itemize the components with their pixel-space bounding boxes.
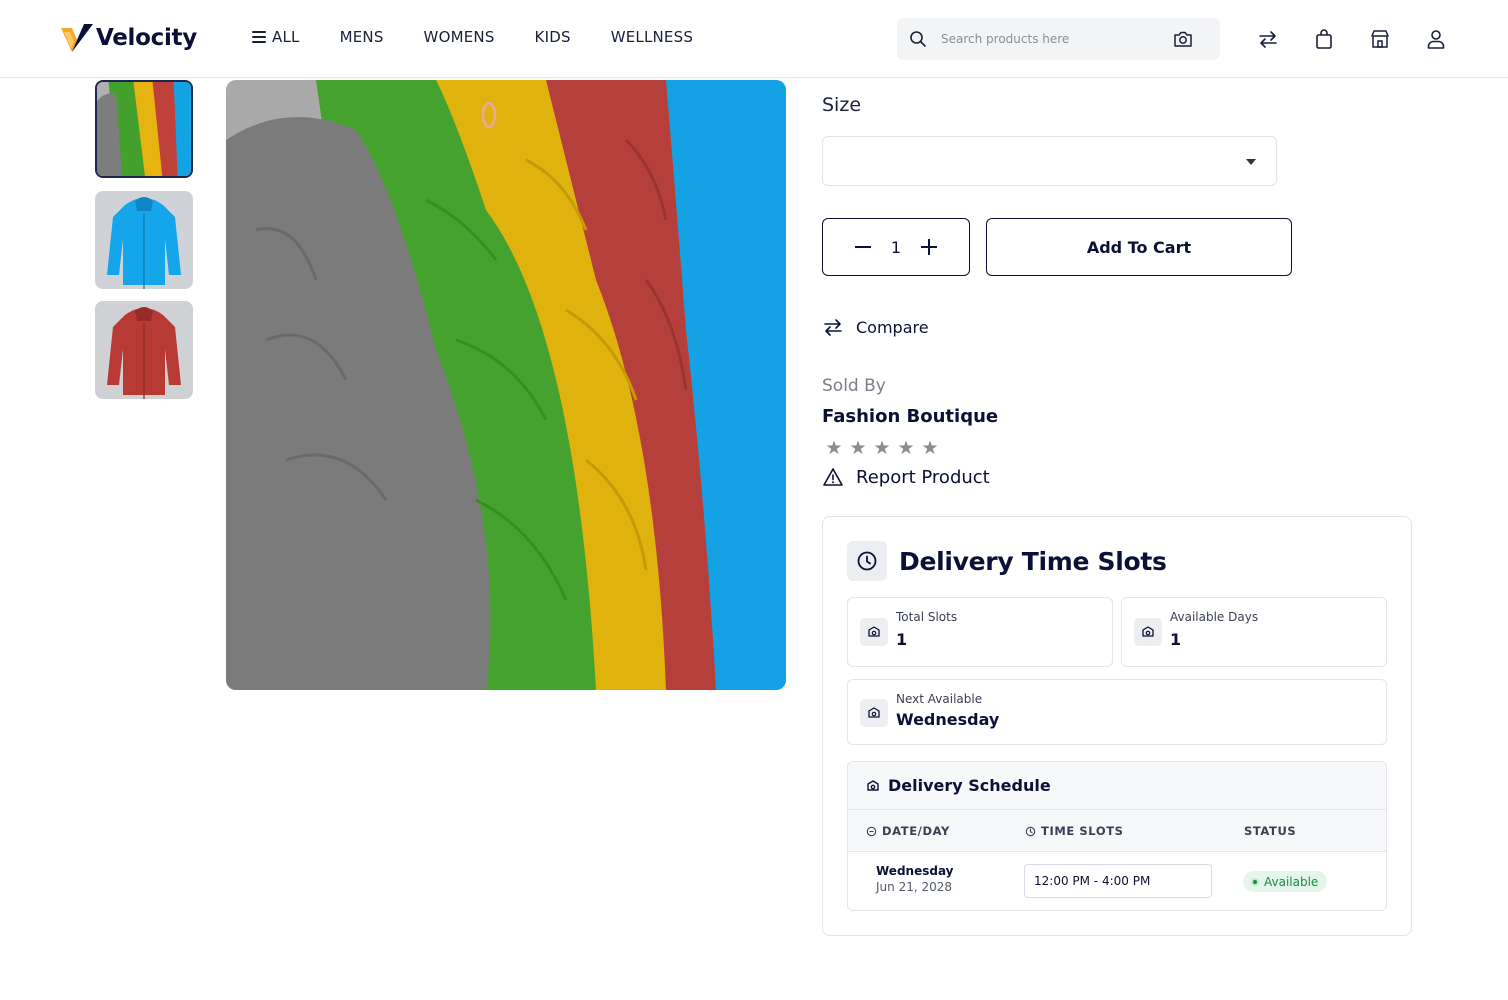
user-icon[interactable] [1425, 28, 1447, 50]
status-badge: Available [1243, 871, 1328, 892]
warning-icon [823, 468, 843, 486]
calendar-icon [866, 826, 877, 836]
size-label: Size [822, 94, 862, 116]
clock-icon [857, 551, 877, 571]
quantity-stepper: 1 [822, 218, 970, 276]
delivery-time-slots-card: Delivery Time Slots Total Slots 1 Availa… [822, 516, 1412, 936]
store-icon[interactable] [1369, 28, 1391, 50]
column-header-date: DATE/DAY [866, 824, 950, 838]
thumbnail-multicolor-jackets[interactable] [95, 80, 193, 178]
report-product-label: Report Product [856, 466, 990, 488]
add-to-cart-button[interactable]: Add To Cart [986, 218, 1292, 276]
stat-icon-box [860, 618, 888, 646]
star-icon: ★ [921, 437, 939, 459]
delivery-card-title: Delivery Time Slots [899, 546, 1167, 576]
delivery-schedule-header: Delivery Schedule [848, 762, 1386, 810]
package-icon [868, 707, 880, 718]
package-icon [1142, 626, 1154, 637]
clock-icon-box [847, 541, 887, 581]
table-row: Wednesday Jun 21, 2028 12:00 PM - 4:00 P… [848, 852, 1386, 910]
column-header-label: STATUS [1244, 824, 1297, 838]
nav-item-label: WELLNESS [610, 28, 694, 46]
nav-item-mens[interactable]: MENS [340, 28, 384, 46]
compare-button[interactable]: Compare [822, 316, 929, 338]
search-input[interactable] [941, 18, 1161, 60]
compare-icon [824, 319, 842, 336]
column-header-label: TIME SLOTS [1041, 824, 1124, 838]
clock-icon [1025, 826, 1036, 836]
star-icon: ★ [873, 437, 891, 459]
nav-item-label: MENS [339, 28, 384, 46]
increase-quantity-button[interactable] [921, 239, 937, 255]
available-days-stat: Available Days 1 [1121, 597, 1387, 667]
nav-item-wellness[interactable]: WELLNESS [611, 28, 693, 46]
seller-rating: ★ ★ ★ ★ ★ [824, 438, 944, 458]
camera-icon[interactable] [1173, 30, 1193, 48]
row-date: Jun 21, 2028 [876, 880, 953, 894]
column-header-label: DATE/DAY [882, 824, 950, 838]
nav-item-label: WOMENS [423, 28, 495, 46]
time-slot-option[interactable]: 12:00 PM - 4:00 PM [1024, 864, 1212, 898]
star-icon: ★ [849, 437, 867, 459]
shopping-bag-icon[interactable] [1313, 28, 1335, 50]
brand-name: Velocity [96, 25, 197, 51]
package-icon [867, 779, 879, 791]
nav-item-label: ALL [272, 28, 300, 46]
menu-icon [252, 31, 266, 43]
total-slots-stat: Total Slots 1 [847, 597, 1113, 667]
available-days-label: Available Days [1170, 610, 1259, 624]
package-icon [868, 626, 880, 637]
column-header-status: STATUS [1244, 824, 1296, 838]
blue-jacket-image [95, 191, 193, 289]
decrease-quantity-button[interactable] [855, 239, 871, 255]
star-icon: ★ [897, 437, 915, 459]
nav-item-label: KIDS [534, 28, 571, 46]
report-product-button[interactable]: Report Product [822, 466, 990, 488]
seller-name-link[interactable]: Fashion Boutique [822, 406, 998, 427]
search-icon[interactable] [909, 30, 927, 48]
chevron-down-icon [1246, 159, 1256, 165]
delivery-schedule: Delivery Schedule DATE/DAY TIME SLOTS ST… [847, 761, 1387, 911]
status-dot-icon [1251, 877, 1259, 886]
total-slots-value: 1 [896, 630, 908, 649]
delivery-schedule-title: Delivery Schedule [888, 776, 1051, 795]
next-available-stat: Next Available Wednesday [847, 679, 1387, 745]
size-select[interactable] [822, 136, 1277, 186]
star-icon: ★ [825, 437, 843, 459]
status-label: Available [1264, 874, 1319, 889]
thumbnail-red-jacket[interactable] [95, 301, 193, 399]
schedule-table-header: DATE/DAY TIME SLOTS STATUS [848, 810, 1386, 852]
stat-icon-box [1134, 618, 1162, 646]
velocity-logo-icon [61, 24, 93, 52]
product-main-image[interactable] [226, 80, 786, 690]
row-day: Wednesday [876, 864, 954, 878]
delivery-card-header: Delivery Time Slots [847, 541, 1167, 581]
multicolor-jackets-image [226, 80, 786, 690]
compare-icon[interactable] [1257, 28, 1279, 50]
stat-icon-box [860, 699, 888, 727]
nav-item-kids[interactable]: KIDS [535, 28, 571, 46]
thumbnail-blue-jacket[interactable] [95, 191, 193, 289]
available-days-value: 1 [1170, 630, 1182, 649]
search-bar [897, 18, 1220, 60]
compare-label: Compare [856, 317, 929, 337]
next-available-value: Wednesday [896, 710, 1000, 729]
red-jacket-image [95, 301, 193, 399]
nav-item-all[interactable]: ALL [252, 28, 300, 46]
next-available-label: Next Available [896, 692, 983, 706]
nav-item-womens[interactable]: WOMENS [424, 28, 495, 46]
main-nav: ALL MENS WOMENS KIDS WELLNESS [252, 26, 733, 48]
brand-logo[interactable]: Velocity [60, 22, 197, 54]
column-header-time: TIME SLOTS [1025, 824, 1124, 838]
site-header: Velocity ALL MENS WOMENS KIDS WELLNESS [0, 0, 1508, 78]
sold-by-label: Sold By [822, 376, 886, 396]
multicolor-jackets-image [97, 82, 191, 176]
quantity-value[interactable]: 1 [891, 238, 901, 257]
total-slots-label: Total Slots [896, 610, 958, 624]
